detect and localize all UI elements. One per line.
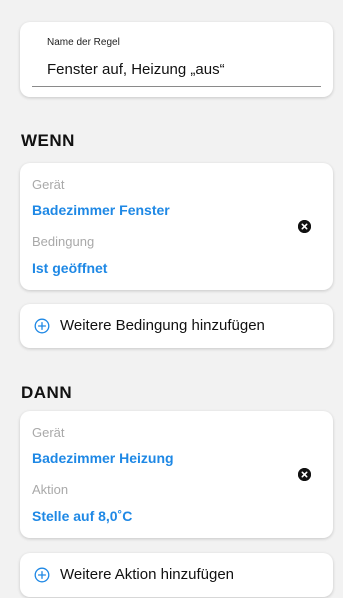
condition-card: Gerät Badezimmer Fenster Bedingung Ist g…	[20, 163, 333, 290]
remove-action-button[interactable]	[298, 468, 311, 481]
condition-label: Bedingung	[32, 234, 95, 249]
remove-condition-button[interactable]	[298, 220, 311, 233]
wenn-section-title: WENN	[21, 131, 75, 150]
plus-circle-icon	[34, 567, 50, 583]
rule-name-input[interactable]: Fenster auf, Heizung „aus“	[47, 61, 225, 78]
dann-section-title: DANN	[21, 383, 73, 402]
rule-name-field[interactable]: Name der Regel Fenster auf, Heizung „aus…	[20, 22, 333, 97]
close-circle-icon	[298, 220, 311, 233]
condition-device-label: Gerät	[32, 177, 65, 192]
close-circle-icon	[298, 468, 311, 481]
action-value[interactable]: Stelle auf 8,0˚C	[32, 508, 132, 524]
condition-value[interactable]: Ist geöffnet	[32, 260, 107, 276]
add-action-button[interactable]: Weitere Aktion hinzufügen	[20, 553, 333, 597]
add-action-label: Weitere Aktion hinzufügen	[60, 566, 235, 583]
rule-name-underline	[32, 86, 321, 87]
rule-name-label: Name der Regel	[47, 37, 120, 48]
action-label: Aktion	[32, 482, 69, 497]
action-card: Gerät Badezimmer Heizung Aktion Stelle a…	[20, 411, 333, 538]
action-device-value[interactable]: Badezimmer Heizung	[32, 450, 174, 466]
action-device-label: Gerät	[32, 425, 65, 440]
add-condition-button[interactable]: Weitere Bedingung hinzufügen	[20, 304, 333, 348]
condition-device-value[interactable]: Badezimmer Fenster	[32, 202, 170, 218]
add-condition-label: Weitere Bedingung hinzufügen	[60, 317, 265, 334]
plus-circle-icon	[34, 318, 50, 334]
